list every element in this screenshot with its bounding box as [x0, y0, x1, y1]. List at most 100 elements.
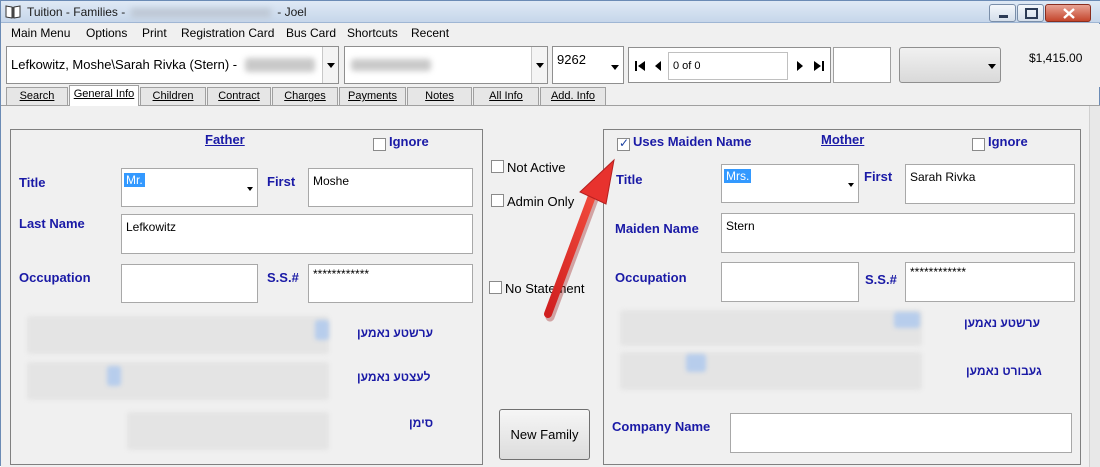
new-family-button[interactable]: New Family [499, 409, 590, 460]
tab-children[interactable]: Children [140, 87, 206, 105]
mother-maiden-label: Maiden Name [615, 221, 699, 236]
maximize-button[interactable] [1017, 4, 1044, 22]
mother-ss-field[interactable]: ************ [905, 262, 1075, 302]
company-name-field[interactable] [730, 413, 1072, 453]
restore-icon [1025, 8, 1038, 19]
tab-strip: Search General Info Children Contract Ch… [1, 85, 1100, 106]
chevron-down-icon[interactable] [247, 187, 253, 191]
father-panel: Father Ignore Title Mr. First Moshe Last… [10, 129, 483, 465]
redacted-hebrew-last-name-button[interactable] [107, 366, 121, 386]
toolbar: Lefkowitz, Moshe\Sarah Rivka (Stern) - 9… [1, 43, 1100, 87]
family-id-value: 9262 [557, 52, 586, 67]
redacted-family-detail [245, 58, 315, 72]
mother-ignore-checkbox[interactable] [972, 138, 985, 151]
family-select[interactable]: Lefkowitz, Moshe\Sarah Rivka (Stern) - [6, 46, 339, 84]
previous-record-icon[interactable] [651, 56, 665, 76]
menu-shortcuts[interactable]: Shortcuts [347, 26, 398, 40]
redacted-hebrew-last-name-field[interactable] [27, 362, 329, 400]
mother-maiden-value: Stern [726, 219, 755, 233]
app-window: Tuition - Families - - Joel Main Menu Opt… [0, 0, 1100, 467]
tab-charges[interactable]: Charges [272, 87, 338, 105]
father-ignore-label: Ignore [389, 134, 429, 149]
redacted-hebrew-first-name-field[interactable] [27, 316, 329, 354]
menu-bar: Main Menu Options Print Registration Car… [1, 24, 1100, 43]
window-title-prefix: Tuition - Families - [27, 5, 126, 19]
mother-title-value: Mrs. [724, 169, 752, 183]
chevron-down-icon[interactable] [322, 47, 338, 83]
uses-maiden-name-checkbox[interactable] [617, 136, 630, 151]
father-occupation-label: Occupation [19, 270, 91, 285]
chevron-down-icon[interactable] [611, 65, 619, 70]
father-hebrew-first-name-label: ערשטע נאמען [357, 326, 433, 340]
chevron-down-icon[interactable] [531, 47, 547, 83]
balance-amount: $1,415.00 [1029, 51, 1083, 65]
mother-birth-name-label: געבורט נאמען [966, 364, 1042, 378]
tab-search[interactable]: Search [6, 87, 68, 105]
father-last-field[interactable]: Lefkowitz [121, 214, 473, 254]
redacted-mother-hebrew-first-name-field[interactable] [620, 310, 922, 346]
mother-panel: Uses Maiden Name Mother Ignore Title Mrs… [603, 129, 1081, 465]
father-siman-label: סימן [409, 416, 434, 430]
window-title-suffix: - Joel [277, 5, 307, 19]
mother-maiden-field[interactable]: Stern [721, 213, 1075, 253]
family-id-select[interactable]: 9262 [552, 46, 624, 84]
next-record-icon[interactable] [793, 56, 807, 76]
menu-print[interactable]: Print [142, 26, 167, 40]
redacted-mother-birth-name-button[interactable] [686, 354, 706, 372]
father-title-select[interactable]: Mr. [121, 168, 258, 207]
tab-general-info[interactable]: General Info [69, 85, 139, 106]
father-ss-label: S.S.# [267, 270, 299, 285]
last-record-icon[interactable] [812, 56, 826, 76]
mother-ss-value: ************ [910, 265, 967, 279]
close-button[interactable] [1045, 4, 1091, 22]
tab-contract[interactable]: Contract [207, 87, 271, 105]
father-last-label: Last Name [19, 216, 85, 231]
chevron-down-icon[interactable] [988, 64, 996, 69]
father-last-value: Lefkowitz [126, 220, 177, 234]
redacted-mother-birth-name-field[interactable] [620, 352, 922, 390]
record-position: 0 of 0 [673, 60, 701, 72]
redacted-school-name [131, 7, 272, 18]
tab-all-info[interactable]: All Info [473, 87, 539, 105]
minimize-button[interactable] [989, 4, 1016, 22]
redacted-siman-field[interactable] [127, 412, 329, 450]
menu-options[interactable]: Options [86, 26, 127, 40]
menu-bus-card[interactable]: Bus Card [286, 26, 336, 40]
father-title-value: Mr. [124, 173, 145, 187]
father-ss-field[interactable]: ************ [308, 264, 473, 303]
mother-heading: Mother [821, 132, 865, 147]
first-record-icon[interactable] [633, 56, 647, 76]
close-icon [1063, 8, 1075, 19]
father-first-value: Moshe [313, 174, 350, 188]
tab-add-info[interactable]: Add. Info [540, 87, 606, 105]
redacted-mother-hebrew-first-name-button[interactable] [894, 312, 920, 328]
company-name-label: Company Name [612, 419, 711, 434]
tab-payments[interactable]: Payments [339, 87, 406, 105]
tab-notes[interactable]: Notes [407, 87, 472, 105]
no-statement-checkbox[interactable] [489, 281, 502, 294]
mother-ss-label: S.S.# [865, 272, 897, 287]
menu-recent[interactable]: Recent [411, 26, 449, 40]
father-occupation-field[interactable] [121, 264, 258, 303]
blank-toolbar-field[interactable] [833, 47, 891, 83]
mother-occupation-field[interactable] [721, 262, 859, 302]
annotation-arrow-icon [544, 158, 615, 322]
phone-select[interactable] [344, 46, 548, 84]
admin-only-checkbox[interactable] [491, 194, 504, 207]
mother-title-select[interactable]: Mrs. [721, 164, 859, 203]
father-ignore-checkbox[interactable] [373, 138, 386, 151]
father-first-field[interactable]: Moshe [308, 168, 473, 207]
menu-registration-card[interactable]: Registration Card [181, 26, 274, 40]
record-navigator: 0 of 0 [628, 47, 831, 83]
mother-first-value: Sarah Rivka [910, 170, 976, 184]
mother-first-label: First [864, 169, 893, 184]
status-select[interactable] [899, 47, 1001, 83]
redacted-hebrew-first-name-button[interactable] [315, 320, 329, 340]
chevron-down-icon[interactable] [848, 183, 854, 187]
record-position-field: 0 of 0 [668, 52, 788, 80]
mother-first-field[interactable]: Sarah Rivka [905, 164, 1075, 204]
vertical-scrollbar[interactable] [1089, 106, 1100, 467]
not-active-checkbox[interactable] [491, 160, 504, 173]
mother-hebrew-first-name-label: ערשטע נאמען [964, 316, 1040, 330]
menu-main-menu[interactable]: Main Menu [11, 26, 70, 40]
